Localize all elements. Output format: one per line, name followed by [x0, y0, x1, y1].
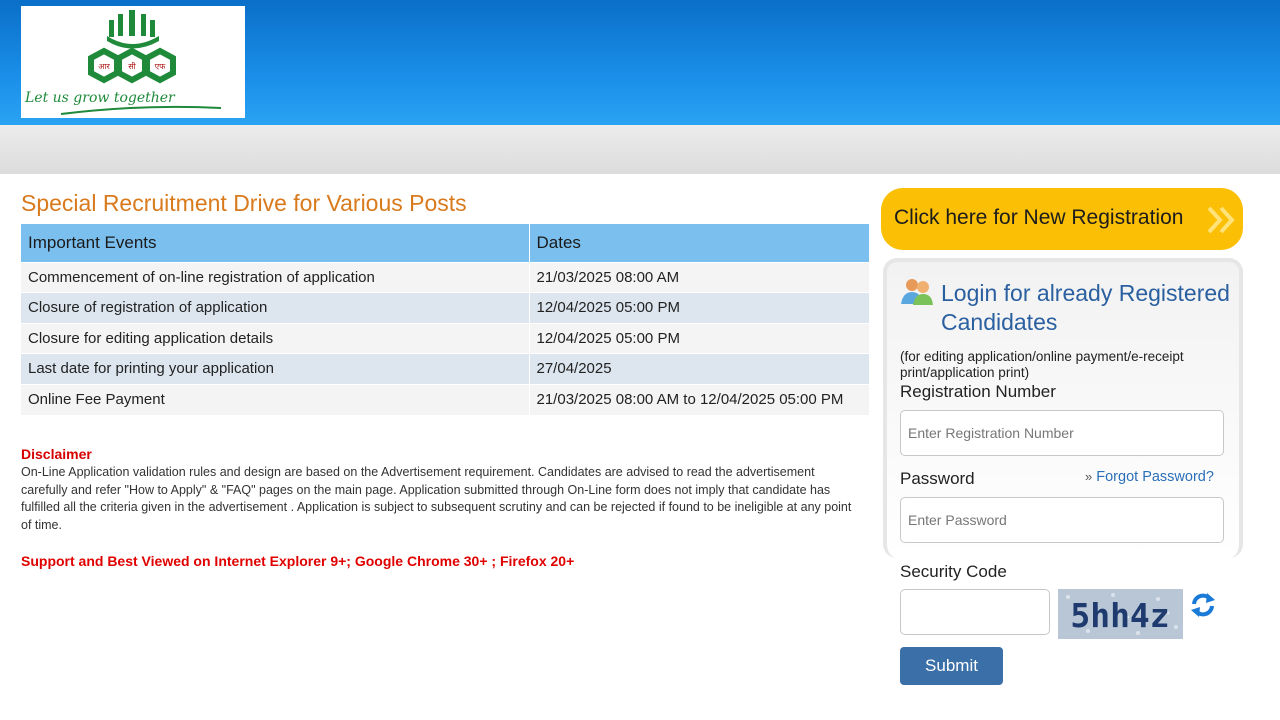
- column-header-events: Important Events: [21, 224, 530, 262]
- forgot-password-label: Forgot Password?: [1096, 469, 1214, 485]
- registration-number-label: Registration Number: [900, 382, 1056, 401]
- registration-number-input[interactable]: [900, 410, 1224, 456]
- event-cell: Closure of registration of application: [21, 292, 530, 323]
- disclaimer-heading: Disclaimer: [21, 446, 92, 462]
- date-cell: 27/04/2025: [529, 353, 869, 384]
- table-row: Commencement of on-line registration of …: [21, 261, 869, 293]
- forgot-password-link[interactable]: » Forgot Password?: [1085, 469, 1214, 485]
- logo-tagline: Let us grow together: [24, 90, 176, 106]
- users-icon: [901, 279, 933, 305]
- captcha-image: 5hh4z: [1058, 589, 1183, 639]
- page-title: Special Recruitment Drive for Various Po…: [21, 190, 467, 216]
- security-code-input[interactable]: [900, 589, 1050, 635]
- new-registration-label: Click here for New Registration: [894, 206, 1184, 229]
- rcf-logo[interactable]: आर सी एफ Let us grow together: [21, 6, 245, 118]
- login-note: (for editing application/online payment/…: [900, 349, 1184, 380]
- important-events-table: Important Events Dates Commencement of o…: [21, 224, 869, 415]
- new-registration-button[interactable]: Click here for New Registration: [881, 188, 1243, 250]
- submit-button[interactable]: Submit: [900, 647, 1003, 685]
- captcha-text: 5hh4z: [1070, 596, 1169, 635]
- double-chevron-right-icon: [1207, 206, 1235, 234]
- table-row: Online Fee Payment 21/03/2025 08:00 AM t…: [21, 383, 869, 415]
- refresh-icon[interactable]: [1190, 592, 1216, 618]
- date-cell: 21/03/2025 08:00 AM: [529, 261, 869, 293]
- logo-emblem-text: आर सी एफ: [98, 61, 166, 71]
- date-cell: 12/04/2025 05:00 PM: [529, 322, 869, 354]
- date-cell: 21/03/2025 08:00 AM to 12/04/2025 05:00 …: [529, 383, 869, 415]
- page-header: आर सी एफ Let us grow together: [0, 0, 1280, 125]
- security-code-label: Security Code: [900, 562, 1007, 581]
- event-cell: Commencement of on-line registration of …: [21, 261, 530, 293]
- event-cell: Last date for printing your application: [21, 353, 530, 384]
- table-row: Last date for printing your application …: [21, 353, 869, 384]
- table-row: Closure for editing application details …: [21, 322, 869, 354]
- password-input[interactable]: [900, 497, 1224, 543]
- svg-text:आर: आर: [98, 62, 110, 71]
- double-chevron-right-icon: »: [1085, 469, 1093, 484]
- svg-text:एफ: एफ: [155, 62, 166, 71]
- browser-support-note: Support and Best Viewed on Internet Expl…: [21, 553, 575, 569]
- svg-text:सी: सी: [128, 61, 136, 71]
- event-cell: Closure for editing application details: [21, 322, 530, 354]
- disclaimer-text: On-Line Application validation rules and…: [21, 465, 852, 532]
- event-cell: Online Fee Payment: [21, 383, 530, 415]
- date-cell: 12/04/2025 05:00 PM: [529, 292, 869, 323]
- table-row: Closure of registration of application 1…: [21, 292, 869, 323]
- nav-bar: [0, 125, 1280, 174]
- table-header-row: Important Events Dates: [21, 224, 869, 262]
- login-title: Login for already Registered Candidates: [941, 280, 1230, 335]
- column-header-dates: Dates: [529, 224, 869, 262]
- password-label: Password: [900, 469, 975, 488]
